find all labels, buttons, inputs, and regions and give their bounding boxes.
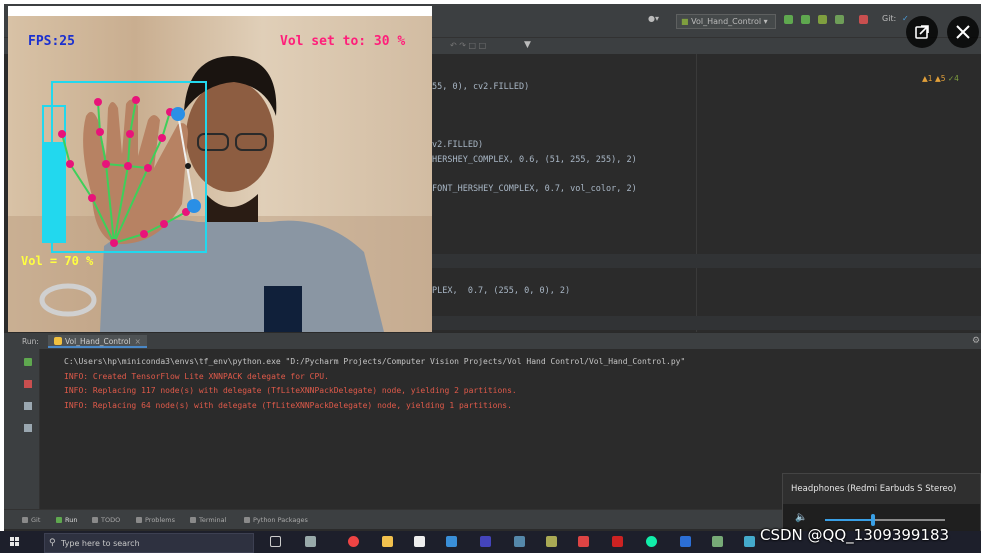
gear-icon[interactable]: ⚙ [972,336,980,346]
audio-device-name[interactable]: Headphones (Redmi Earbuds S Stereo) [791,484,956,494]
close-icon[interactable]: × [135,337,141,346]
rerun-icon[interactable] [24,358,32,366]
undo-redo-icons[interactable]: ↶ ↷ □ □ [450,41,486,50]
open-external-icon [915,25,929,39]
run-icon[interactable] [784,15,793,24]
speaker-icon[interactable]: 🔈 [795,512,807,523]
app-icon[interactable] [514,536,525,547]
console-line: INFO: Replacing 117 node(s) with delegat… [64,386,517,395]
typo-count: ✓4 [947,74,959,83]
taskbar-search[interactable]: ⚲ Type here to search [44,533,254,553]
thumb-tip-marker [187,199,201,213]
profile-icon[interactable] [835,15,844,24]
run-label: Run: [22,337,39,346]
layout-icon[interactable] [24,402,32,410]
tab-problems[interactable]: Problems [136,516,175,524]
filter-icon[interactable]: ▼ [524,40,531,50]
file-explorer-icon[interactable] [382,536,393,547]
run-tab[interactable]: Vol_Hand_Control × [48,335,147,348]
code-separator [432,316,981,330]
warning-count: ▲1 [922,74,933,83]
inspection-badges[interactable]: ▲1 ▲5 ✓4 [922,74,959,83]
webcam-titlebar [8,6,432,16]
app-icon[interactable] [546,536,557,547]
app-icon[interactable] [414,536,425,547]
search-icon: ⚲ [49,538,56,548]
app-icon[interactable] [446,536,457,547]
fps-counter: FPS:25 [28,34,75,49]
tab-terminal[interactable]: Terminal [190,516,226,524]
webcam-frame [8,16,432,332]
volume-readout: Vol = 70 % [21,254,94,268]
run-panel-header: Run: Vol_Hand_Control × ⚙ [4,332,981,349]
app-icon[interactable] [680,536,691,547]
volume-set-label: Vol set to: 30 % [280,34,406,49]
app-icon[interactable] [712,536,723,547]
run-config-dropdown[interactable]: ■ Vol_Hand_Control ▾ [676,14,776,29]
tab-run[interactable]: Run [56,516,77,524]
coverage-icon[interactable] [818,15,827,24]
app-icon[interactable] [744,536,755,547]
pin-icon[interactable] [24,424,32,432]
tab-todo[interactable]: TODO [92,516,120,524]
code-separator [432,254,981,268]
task-view-icon[interactable] [270,536,281,547]
console-line: C:\Users\hp\miniconda3\envs\tf_env\pytho… [64,357,686,366]
volume-bar-fill [44,142,64,241]
chrome-icon[interactable] [348,536,359,547]
code-line: 55, 0), cv2.FILLED) [432,82,530,92]
volume-slider-fill [825,519,873,521]
code-line: FONT_HERSHEY_COMPLEX, 0.7, vol_color, 2) [432,184,637,194]
console-line: INFO: Created TensorFlow Lite XNNPACK de… [64,372,329,381]
volume-slider-thumb[interactable] [871,514,875,526]
volume-flyout: Headphones (Redmi Earbuds S Stereo) 🔈 [782,473,981,531]
git-label: Git: [882,14,897,23]
midpoint-marker [185,163,191,169]
app-icon[interactable] [305,536,316,547]
code-line: PLEX, 0.7, (255, 0, 0), 2) [432,286,571,296]
start-button[interactable] [10,537,20,547]
python-file-icon [54,337,62,345]
app-icon[interactable] [480,536,491,547]
stop-icon[interactable] [24,380,32,388]
watermark: CSDN @QQ_1309399183 [760,526,950,544]
app-icon[interactable] [646,536,657,547]
tab-python-packages[interactable]: Python Packages [244,516,308,524]
console-line: INFO: Replacing 64 node(s) with delegate… [64,401,512,410]
run-tab-label: Vol_Hand_Control [65,337,131,346]
code-line: HERSHEY_COMPLEX, 0.6, (51, 255, 255), 2) [432,155,637,165]
webcam-window: FPS:25 Vol set to: 30 % Vol = 70 % [8,6,432,332]
stop-icon[interactable] [859,15,868,24]
shirt-pocket [264,286,302,332]
volume-slider[interactable] [825,514,945,526]
index-tip-marker [171,107,185,121]
editor-right-margin [696,54,697,332]
app-icon[interactable] [612,536,623,547]
user-icon[interactable]: ●▾ [648,14,659,23]
close-button[interactable] [947,16,979,48]
code-line: v2.FILLED) [432,140,484,150]
app-icon[interactable] [578,536,589,547]
close-icon [956,25,970,39]
taskbar-search-placeholder: Type here to search [61,539,140,548]
run-config-label: Vol_Hand_Control [691,17,762,26]
run-gutter [4,349,52,509]
tab-git[interactable]: Git [22,516,40,524]
weak-warning-count: ▲5 [934,74,946,83]
debug-icon[interactable] [801,15,810,24]
open-in-new-button[interactable] [906,16,938,48]
